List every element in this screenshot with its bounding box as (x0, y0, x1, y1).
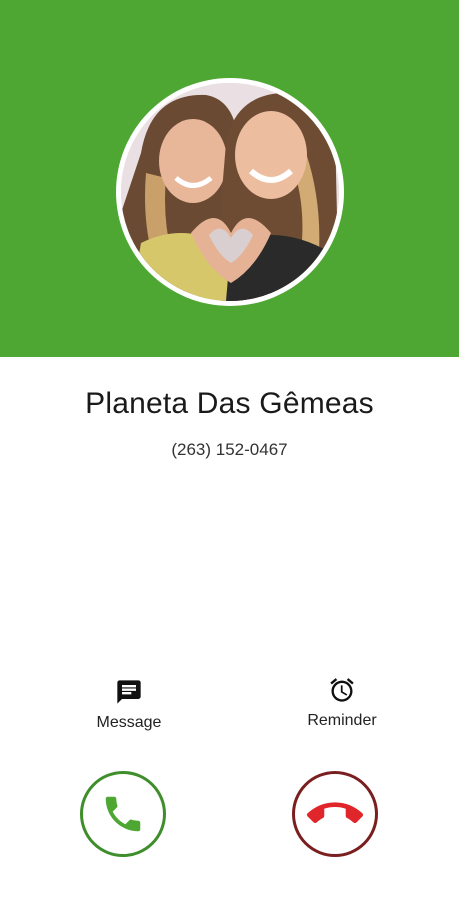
alarm-clock-icon (328, 676, 356, 704)
caller-name: Planeta Das Gêmeas (85, 387, 374, 420)
caller-number: (263) 152-0467 (171, 440, 288, 459)
caller-avatar (116, 78, 344, 306)
reminder-button[interactable]: Reminder (287, 676, 397, 730)
message-button[interactable]: Message (74, 678, 184, 732)
message-icon (115, 678, 143, 706)
decline-call-button[interactable] (292, 771, 378, 857)
incoming-call-screen: Planeta Das Gêmeas (263) 152-0467 Messag… (0, 0, 459, 900)
reminder-label: Reminder (307, 712, 377, 729)
message-label: Message (96, 714, 162, 731)
accept-call-button[interactable] (80, 771, 166, 857)
header-banner (0, 0, 459, 357)
caller-photo (121, 83, 339, 301)
